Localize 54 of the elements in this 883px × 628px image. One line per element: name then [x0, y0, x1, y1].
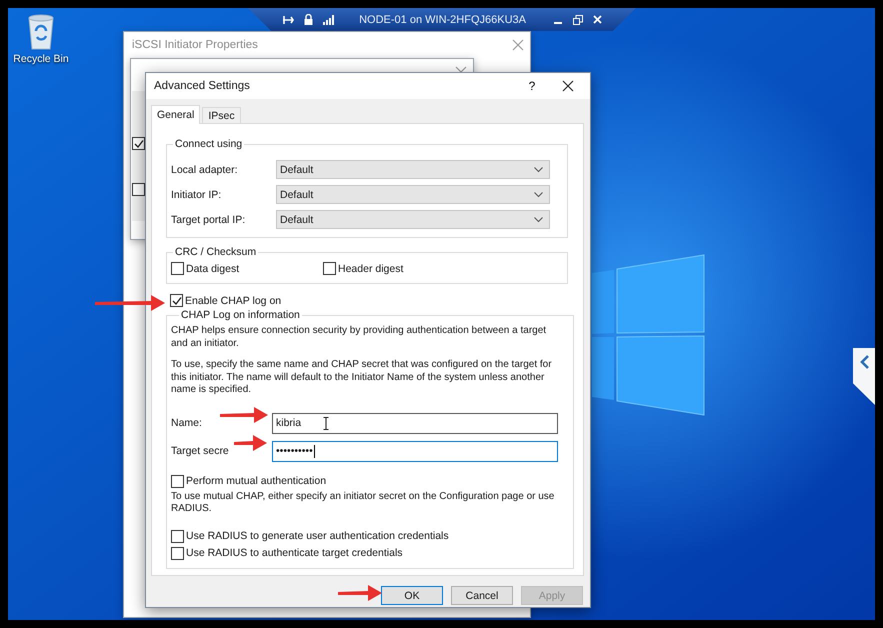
dropdown[interactable]: Default [276, 160, 550, 179]
dropdown[interactable]: Default [276, 185, 550, 204]
description-text: CHAP helps ensure connection security by providing authentication between a target and an initiator. [171, 325, 548, 350]
tab[interactable]: IPsec [202, 107, 241, 123]
desktop-icon-label[interactable]: Recycle Bin [13, 53, 69, 65]
checkbox-label: Use RADIUS to generate user authentication credentials [186, 530, 449, 542]
chevron-down-icon [534, 192, 543, 198]
checkbox-label: Data digest [186, 262, 240, 274]
dialog-title: Advanced Settings [154, 80, 251, 92]
checkbox[interactable] [132, 183, 145, 196]
recycle-bin-icon[interactable] [26, 14, 56, 50]
group-label: CRC / Checksum [174, 246, 258, 258]
input-field[interactable]: kibria [272, 412, 558, 434]
pointer-arrow [234, 435, 267, 451]
group-label: Connect using [174, 138, 244, 150]
field-label: Target secre [171, 445, 229, 457]
lock-icon[interactable] [304, 14, 313, 25]
dialog-button[interactable]: OK [381, 586, 443, 605]
description-text: To use, specify the same name and CHAP secret that was configured on the target for this initiator. The name will default to the Initiator Name of the system unless another name is specified. [171, 359, 553, 396]
chevron-down-icon [534, 216, 543, 222]
input-field[interactable]: •••••••••• [272, 440, 558, 462]
group-label: CHAP Log on information [180, 309, 301, 321]
checkbox[interactable] [171, 530, 184, 542]
help-button[interactable]: ? [518, 79, 546, 93]
dialog-button[interactable]: Cancel [451, 586, 513, 605]
close-icon [562, 80, 574, 92]
checkbox[interactable] [170, 294, 183, 307]
description-text: To use mutual CHAP, either specify an initiator secret on the Configuration page or use RADIUS. [171, 490, 556, 516]
pointer-arrow [95, 295, 165, 311]
checkbox-label: Enable CHAP log on [185, 294, 282, 306]
dropdown[interactable]: Default [276, 210, 550, 229]
text-cursor-icon [323, 416, 329, 430]
tab[interactable]: General [151, 105, 200, 124]
field-label: Local adapter: [171, 164, 238, 176]
checkbox-label: Header digest [338, 262, 404, 274]
signal-icon[interactable] [323, 14, 334, 24]
pointer-arrow [220, 407, 268, 423]
field-label: Name: [171, 417, 202, 429]
checkbox[interactable] [132, 137, 145, 150]
checkbox-label: Use RADIUS to authenticate target credentials [186, 547, 403, 559]
window-title: iSCSI Initiator Properties [132, 39, 258, 51]
chevron-left-icon [860, 355, 868, 369]
field-label: Target portal IP: [171, 214, 246, 226]
field-label: Initiator IP: [171, 188, 222, 200]
checkbox[interactable] [323, 262, 336, 275]
pointer-arrow [338, 585, 382, 601]
connection-title: NODE-01 on WIN-2HFQJ66KU3A [359, 14, 526, 26]
pin-icon[interactable] [282, 14, 294, 24]
restore-icon[interactable] [573, 14, 583, 24]
checkbox[interactable] [171, 546, 184, 560]
chevron-down-icon [534, 166, 543, 172]
checkbox[interactable] [171, 262, 184, 275]
checkbox[interactable] [171, 474, 184, 488]
checkbox-label: Perform mutual authentication [186, 475, 326, 487]
